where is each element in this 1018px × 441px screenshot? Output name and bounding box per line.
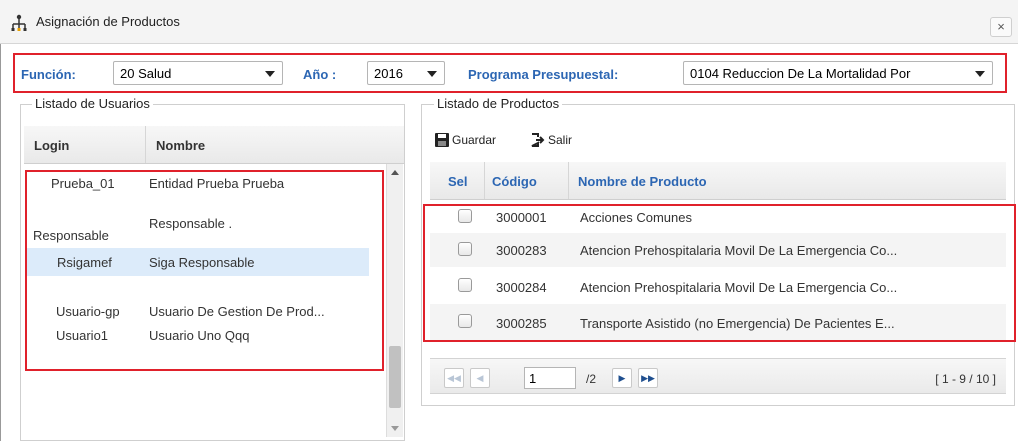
window-title: Asignación de Productos <box>36 14 180 29</box>
pagination-bar: ◀◀ ◀ /2 ▶ ▶▶ [ 1 - 9 / 10 ] <box>430 358 1006 394</box>
productos-legend: Listado de Productos <box>434 96 563 111</box>
chevron-down-icon <box>427 71 437 77</box>
salir-label: Salir <box>548 133 573 147</box>
exit-icon <box>531 133 545 147</box>
anio-label: Año : <box>303 67 337 82</box>
anio-value: 2016 <box>374 66 403 81</box>
programa-value: 0104 Reduccion De La Mortalidad Por <box>690 66 911 81</box>
column-header-nombre[interactable]: Nombre <box>156 126 205 163</box>
column-divider <box>145 126 146 163</box>
usuarios-highlight-box <box>25 170 384 371</box>
scroll-down-icon[interactable] <box>391 426 399 431</box>
funcion-label: Función: <box>21 67 76 82</box>
close-button[interactable]: × <box>990 17 1012 37</box>
hierarchy-icon <box>11 14 27 31</box>
chevron-down-icon <box>975 71 985 77</box>
guardar-label: Guardar <box>452 133 497 147</box>
column-header-codigo[interactable]: Código <box>492 162 537 199</box>
save-icon <box>435 133 449 147</box>
productos-highlight-box <box>423 204 1016 342</box>
usuarios-scrollbar[interactable] <box>386 164 403 437</box>
chevron-down-icon <box>265 71 275 77</box>
column-divider <box>484 162 485 199</box>
page-total: /2 <box>586 372 597 386</box>
filter-bar: Función: 20 Salud Año : 2016 Programa Pr… <box>13 53 1007 93</box>
last-page-icon[interactable]: ▶▶ <box>638 368 658 388</box>
funcion-select[interactable]: 20 Salud <box>113 61 283 85</box>
programa-label: Programa Presupuestal: <box>468 67 619 82</box>
record-range: [ 1 - 9 / 10 ] <box>935 372 996 386</box>
productos-grid-header: Sel Código Nombre de Producto <box>430 162 1006 200</box>
prev-page-icon[interactable]: ◀ <box>470 368 490 388</box>
first-page-icon[interactable]: ◀◀ <box>444 368 464 388</box>
column-header-nombre-producto[interactable]: Nombre de Producto <box>578 162 707 199</box>
column-header-sel[interactable]: Sel <box>448 162 468 199</box>
column-header-login[interactable]: Login <box>34 126 69 163</box>
scroll-thumb[interactable] <box>389 346 401 408</box>
title-bar: Asignación de Productos × <box>0 0 1018 44</box>
page-number-input[interactable] <box>524 367 576 389</box>
window-border <box>0 44 1 441</box>
usuarios-grid-header: Login Nombre <box>24 126 404 164</box>
usuarios-legend: Listado de Usuarios <box>32 96 153 111</box>
programa-select[interactable]: 0104 Reduccion De La Mortalidad Por <box>683 61 993 85</box>
anio-select[interactable]: 2016 <box>367 61 445 85</box>
funcion-value: 20 Salud <box>120 66 172 81</box>
next-page-icon[interactable]: ▶ <box>612 368 632 388</box>
column-divider <box>568 162 569 199</box>
scroll-up-icon[interactable] <box>391 170 399 175</box>
